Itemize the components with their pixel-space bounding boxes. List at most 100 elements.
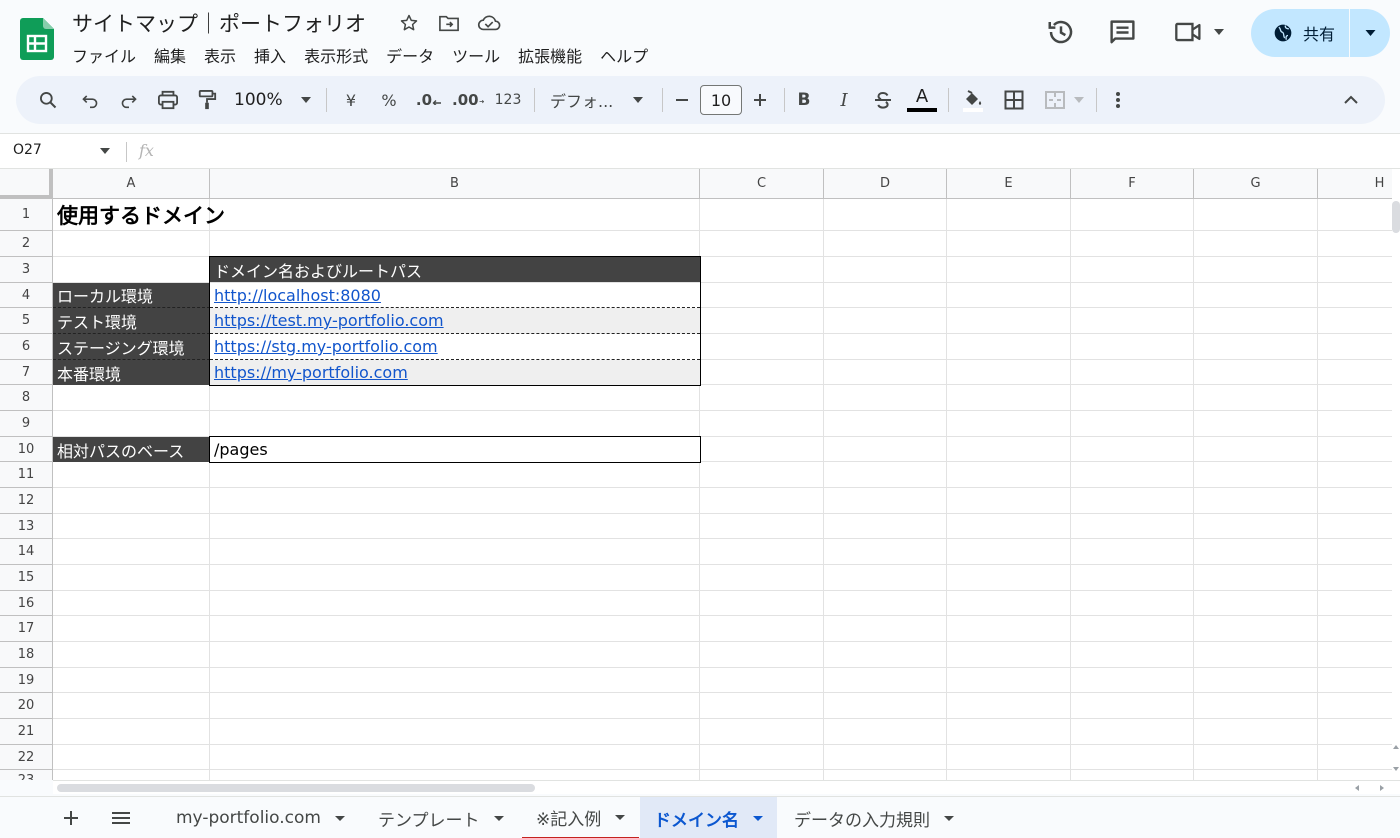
sheet-tab-example[interactable]: ※記入例 xyxy=(522,797,640,838)
spreadsheet-grid[interactable]: A B C D E F G H 1 2 3 4 5 6 7 8 9 10 11 … xyxy=(0,169,1392,780)
decrease-decimal-button[interactable]: .0 xyxy=(414,76,444,124)
select-all-corner[interactable] xyxy=(0,169,53,199)
cell-b10-base-value[interactable]: /pages xyxy=(210,437,700,462)
vertical-scrollbar[interactable] xyxy=(1392,169,1400,780)
column-header-g[interactable]: G xyxy=(1194,169,1318,199)
cell-b3-table-header[interactable]: ドメイン名およびルートパス xyxy=(210,257,700,282)
text-color-button[interactable]: A xyxy=(906,76,938,124)
search-menus-icon[interactable] xyxy=(34,76,62,124)
menu-tools[interactable]: ツール xyxy=(452,43,509,67)
cloud-saved-icon[interactable] xyxy=(476,10,502,36)
row-header-21[interactable]: 21 xyxy=(0,719,53,745)
row-header-19[interactable]: 19 xyxy=(0,668,53,693)
cell-b4-env-url[interactable]: http://localhost:8080 xyxy=(210,283,700,308)
menu-file[interactable]: ファイル xyxy=(72,43,145,67)
decrease-font-size-icon[interactable] xyxy=(670,76,694,124)
cell-a7-env-label[interactable]: 本番環境 xyxy=(53,360,210,385)
column-header-e[interactable]: E xyxy=(947,169,1071,199)
cell-a5-env-label[interactable]: テスト環境 xyxy=(53,308,210,334)
cell-a6-env-label[interactable]: ステージング環境 xyxy=(53,334,210,360)
star-icon[interactable] xyxy=(396,10,422,36)
menu-insert[interactable]: 挿入 xyxy=(254,43,295,67)
move-to-folder-icon[interactable] xyxy=(436,10,462,36)
cell-a10-base-label[interactable]: 相対パスのベース xyxy=(53,437,210,462)
sheets-logo-icon[interactable] xyxy=(20,18,54,60)
vertical-scroll-thumb[interactable] xyxy=(1392,201,1400,233)
menu-extensions[interactable]: 拡張機能 xyxy=(518,43,591,67)
sheet-tab-data-validation[interactable]: データの入力規則 xyxy=(780,797,968,838)
share-options-button[interactable] xyxy=(1350,9,1390,57)
strikethrough-icon[interactable] xyxy=(870,76,896,124)
horizontal-scroll-thumb[interactable] xyxy=(57,784,535,792)
collapse-toolbar-icon[interactable] xyxy=(1338,76,1364,124)
link-staging[interactable]: https://stg.my-portfolio.com xyxy=(214,337,438,356)
scroll-up-icon[interactable] xyxy=(1392,743,1400,751)
link-local[interactable]: http://localhost:8080 xyxy=(214,286,381,305)
row-header-12[interactable]: 12 xyxy=(0,488,53,514)
sheet-tab-domain-name[interactable]: ドメイン名 xyxy=(640,797,777,838)
version-history-icon[interactable] xyxy=(1046,17,1076,47)
menu-edit[interactable]: 編集 xyxy=(154,43,195,67)
add-sheet-icon[interactable] xyxy=(56,797,86,838)
cell-a4-env-label[interactable]: ローカル環境 xyxy=(53,283,210,308)
link-test[interactable]: https://test.my-portfolio.com xyxy=(214,311,444,330)
borders-icon[interactable] xyxy=(1000,76,1028,124)
row-header-15[interactable]: 15 xyxy=(0,565,53,591)
row-header-18[interactable]: 18 xyxy=(0,642,53,668)
all-sheets-icon[interactable] xyxy=(106,797,136,838)
row-header-5[interactable]: 5 xyxy=(0,308,53,334)
scroll-down-icon[interactable] xyxy=(1392,765,1400,773)
bold-button[interactable]: B xyxy=(792,76,816,124)
row-header-11[interactable]: 11 xyxy=(0,462,53,488)
row-header-16[interactable]: 16 xyxy=(0,591,53,616)
row-header-9[interactable]: 9 xyxy=(0,411,53,437)
menu-data[interactable]: データ xyxy=(386,43,443,67)
row-header-8[interactable]: 8 xyxy=(0,385,53,411)
row-header-17[interactable]: 17 xyxy=(0,616,53,642)
row-header-2[interactable]: 2 xyxy=(0,231,53,257)
increase-font-size-icon[interactable] xyxy=(748,76,772,124)
column-header-d[interactable]: D xyxy=(824,169,947,199)
name-box[interactable]: O27 xyxy=(13,142,42,158)
row-header-10[interactable]: 10 xyxy=(0,437,53,462)
zoom-select[interactable]: 100% xyxy=(234,76,324,124)
row-header-7[interactable]: 7 xyxy=(0,360,53,385)
redo-icon[interactable] xyxy=(115,76,143,124)
column-header-c[interactable]: C xyxy=(700,169,824,199)
italic-button[interactable]: I xyxy=(832,76,856,124)
scroll-right-icon[interactable] xyxy=(1378,784,1386,792)
row-header-1[interactable]: 1 xyxy=(0,199,53,231)
menu-view[interactable]: 表示 xyxy=(204,43,245,67)
more-options-icon[interactable] xyxy=(1106,76,1130,124)
merge-cells-icon[interactable] xyxy=(1040,76,1088,124)
format-percent-button[interactable]: % xyxy=(376,76,402,124)
meet-button[interactable] xyxy=(1174,18,1224,46)
scroll-left-icon[interactable] xyxy=(1353,784,1361,792)
increase-decimal-button[interactable]: .00 xyxy=(452,76,484,124)
row-header-23[interactable]: 23 xyxy=(0,770,53,780)
font-size-input[interactable]: 10 xyxy=(700,85,742,115)
cell-b7-env-url[interactable]: https://my-portfolio.com xyxy=(210,360,700,385)
column-header-b[interactable]: B xyxy=(210,169,700,199)
chevron-down-icon[interactable] xyxy=(100,148,110,154)
format-currency-button[interactable]: ¥ xyxy=(338,76,364,124)
undo-icon[interactable] xyxy=(76,76,104,124)
font-select[interactable]: デフォ... xyxy=(550,76,650,124)
link-production[interactable]: https://my-portfolio.com xyxy=(214,363,408,382)
row-header-3[interactable]: 3 xyxy=(0,257,53,283)
share-button[interactable]: 共有 xyxy=(1251,9,1349,57)
column-header-a[interactable]: A xyxy=(53,169,210,199)
cell-a1-title[interactable]: 使用するドメイン xyxy=(53,199,453,230)
sheet-tab-my-portfolio[interactable]: my-portfolio.com xyxy=(162,797,359,838)
row-header-13[interactable]: 13 xyxy=(0,514,53,539)
horizontal-scrollbar[interactable] xyxy=(53,780,1400,794)
cell-b5-env-url[interactable]: https://test.my-portfolio.com xyxy=(210,308,700,334)
menu-help[interactable]: ヘルプ xyxy=(600,43,657,67)
fill-color-icon[interactable] xyxy=(956,76,990,124)
menu-format[interactable]: 表示形式 xyxy=(304,43,377,67)
cell-b6-env-url[interactable]: https://stg.my-portfolio.com xyxy=(210,334,700,360)
column-header-h[interactable]: H xyxy=(1318,169,1392,199)
paint-format-icon[interactable] xyxy=(193,76,221,124)
row-header-14[interactable]: 14 xyxy=(0,539,53,565)
row-header-20[interactable]: 20 xyxy=(0,693,53,719)
